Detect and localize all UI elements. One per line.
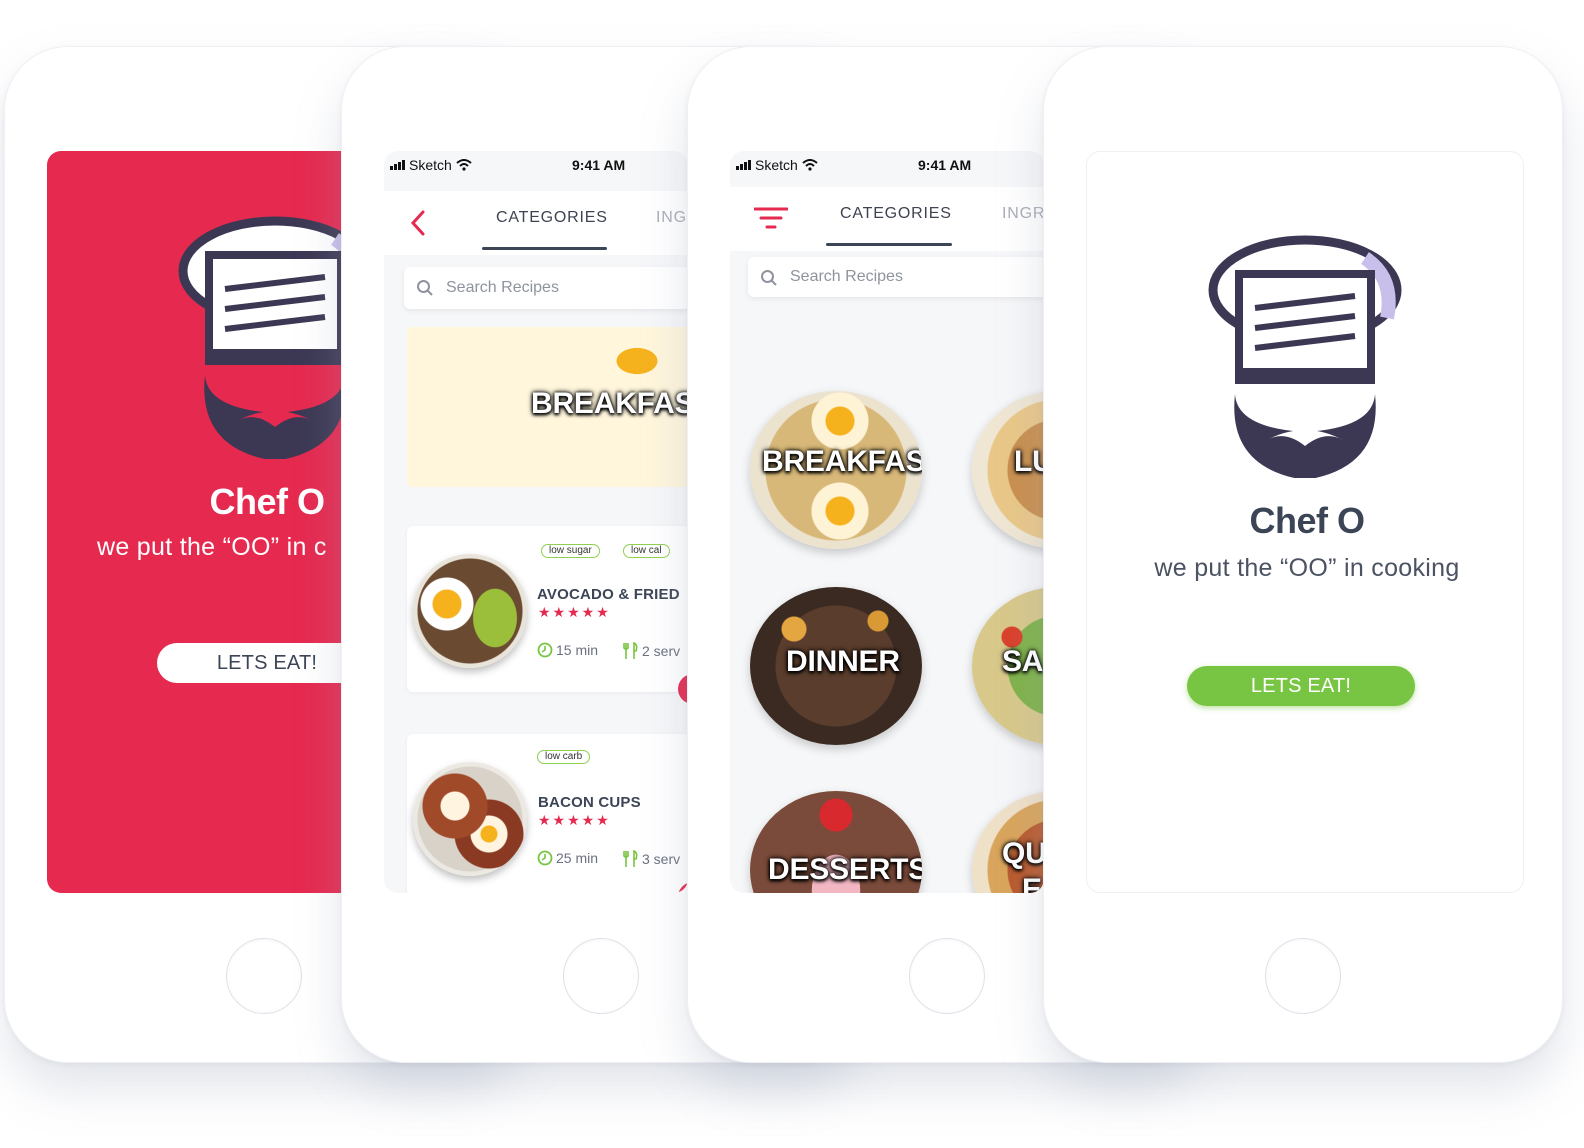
category-label: SA [1002, 645, 1044, 678]
recipe-card[interactable]: low carb BACON CUPS ★★★★★ 25 min 3 serv [407, 734, 688, 893]
lets-eat-button[interactable]: LETS EAT! [1187, 666, 1415, 706]
recipe-title: AVOCADO & FRIED [537, 586, 680, 603]
wifi-icon [802, 159, 818, 171]
back-chevron-icon[interactable] [410, 209, 426, 237]
tab-indicator [482, 247, 607, 250]
recipe-thumbnail [413, 554, 527, 668]
filter-icon[interactable] [754, 207, 788, 229]
top-nav: CATEGORIES INGR [384, 191, 688, 255]
clock-icon [537, 642, 553, 658]
recipe-list-screen: Sketch 9:41 AM CATEGORIES INGR Search Re… [384, 151, 688, 893]
recipe-time: 25 min [537, 850, 598, 866]
tab-ingredients[interactable]: INGRI [1002, 205, 1044, 223]
category-label: BREAKFAST [762, 445, 922, 478]
category-dinner[interactable]: DINNER [750, 587, 922, 745]
signal-icon [390, 160, 405, 170]
utensils-icon [623, 642, 638, 659]
category-salad[interactable]: SA [972, 587, 1044, 745]
search-bar[interactable]: Search Recipes [404, 267, 688, 309]
category-quick-easy[interactable]: QU E [972, 791, 1044, 893]
top-nav: CATEGORIES INGRI [730, 187, 1044, 251]
search-icon [417, 280, 433, 296]
rating-stars: ★★★★★ [538, 812, 611, 828]
home-button[interactable] [1265, 938, 1341, 1014]
rating-stars: ★★★★★ [538, 604, 611, 620]
tagline: we put the “OO” in cooking [1154, 554, 1460, 582]
recipe-servings: 2 serv [623, 642, 680, 660]
recipe-thumbnail [413, 762, 527, 876]
chef-logo-icon [1208, 235, 1402, 478]
home-button[interactable] [226, 938, 302, 1014]
recipe-tag: low sugar [541, 544, 600, 558]
signal-icon [736, 160, 751, 170]
status-bar: Sketch 9:41 AM [730, 151, 1044, 185]
featured-label: BREAKFAST [531, 387, 688, 420]
app-name: Chef O [1249, 500, 1365, 541]
wifi-icon [456, 159, 472, 171]
clock-icon [537, 850, 553, 866]
category-breakfast[interactable]: BREAKFAST [750, 391, 922, 549]
category-desserts[interactable]: DESSERTS [750, 791, 922, 893]
featured-breakfast-card[interactable]: BREAKFAST [407, 327, 688, 487]
search-input[interactable]: Search Recipes [790, 268, 903, 286]
category-label: LU [1014, 445, 1044, 478]
status-time: 9:41 AM [572, 157, 626, 173]
tab-indicator [826, 243, 952, 246]
home-button[interactable] [563, 938, 639, 1014]
search-icon [761, 270, 777, 286]
category-label: E [1022, 873, 1042, 893]
category-label: DINNER [786, 645, 900, 678]
utensils-icon [623, 850, 638, 867]
search-input[interactable]: Search Recipes [446, 279, 559, 297]
tab-categories[interactable]: CATEGORIES [496, 209, 608, 227]
category-lunch[interactable]: LU [972, 391, 1044, 549]
recipe-card[interactable]: low sugar low cal AVOCADO & FRIED ★★★★★ … [407, 526, 688, 704]
splash-screen-white: Chef O we put the “OO” in cooking LETS E… [1086, 151, 1524, 893]
carrier-label: Sketch [755, 157, 798, 173]
categories-screen: Sketch 9:41 AM CATEGORIES INGRI Search R… [730, 151, 1044, 893]
recipe-time: 15 min [537, 642, 598, 658]
recipe-tag: low carb [537, 750, 591, 764]
category-label: DESSERTS [768, 853, 922, 886]
recipe-tag: low cal [623, 544, 670, 558]
carrier-label: Sketch [409, 157, 452, 173]
tab-ingredients[interactable]: INGR [656, 209, 688, 227]
home-button[interactable] [909, 938, 985, 1014]
search-bar[interactable]: Search Recipes [748, 257, 1044, 297]
category-label: QU [1002, 837, 1044, 870]
tab-categories[interactable]: CATEGORIES [840, 205, 952, 223]
phone-splash-white: Chef O we put the “OO” in cooking LETS E… [1043, 46, 1563, 1063]
recipe-servings: 3 serv [623, 850, 680, 868]
recipe-title: BACON CUPS [538, 794, 641, 811]
status-bar: Sketch 9:41 AM [384, 151, 688, 185]
status-time: 9:41 AM [918, 157, 972, 173]
